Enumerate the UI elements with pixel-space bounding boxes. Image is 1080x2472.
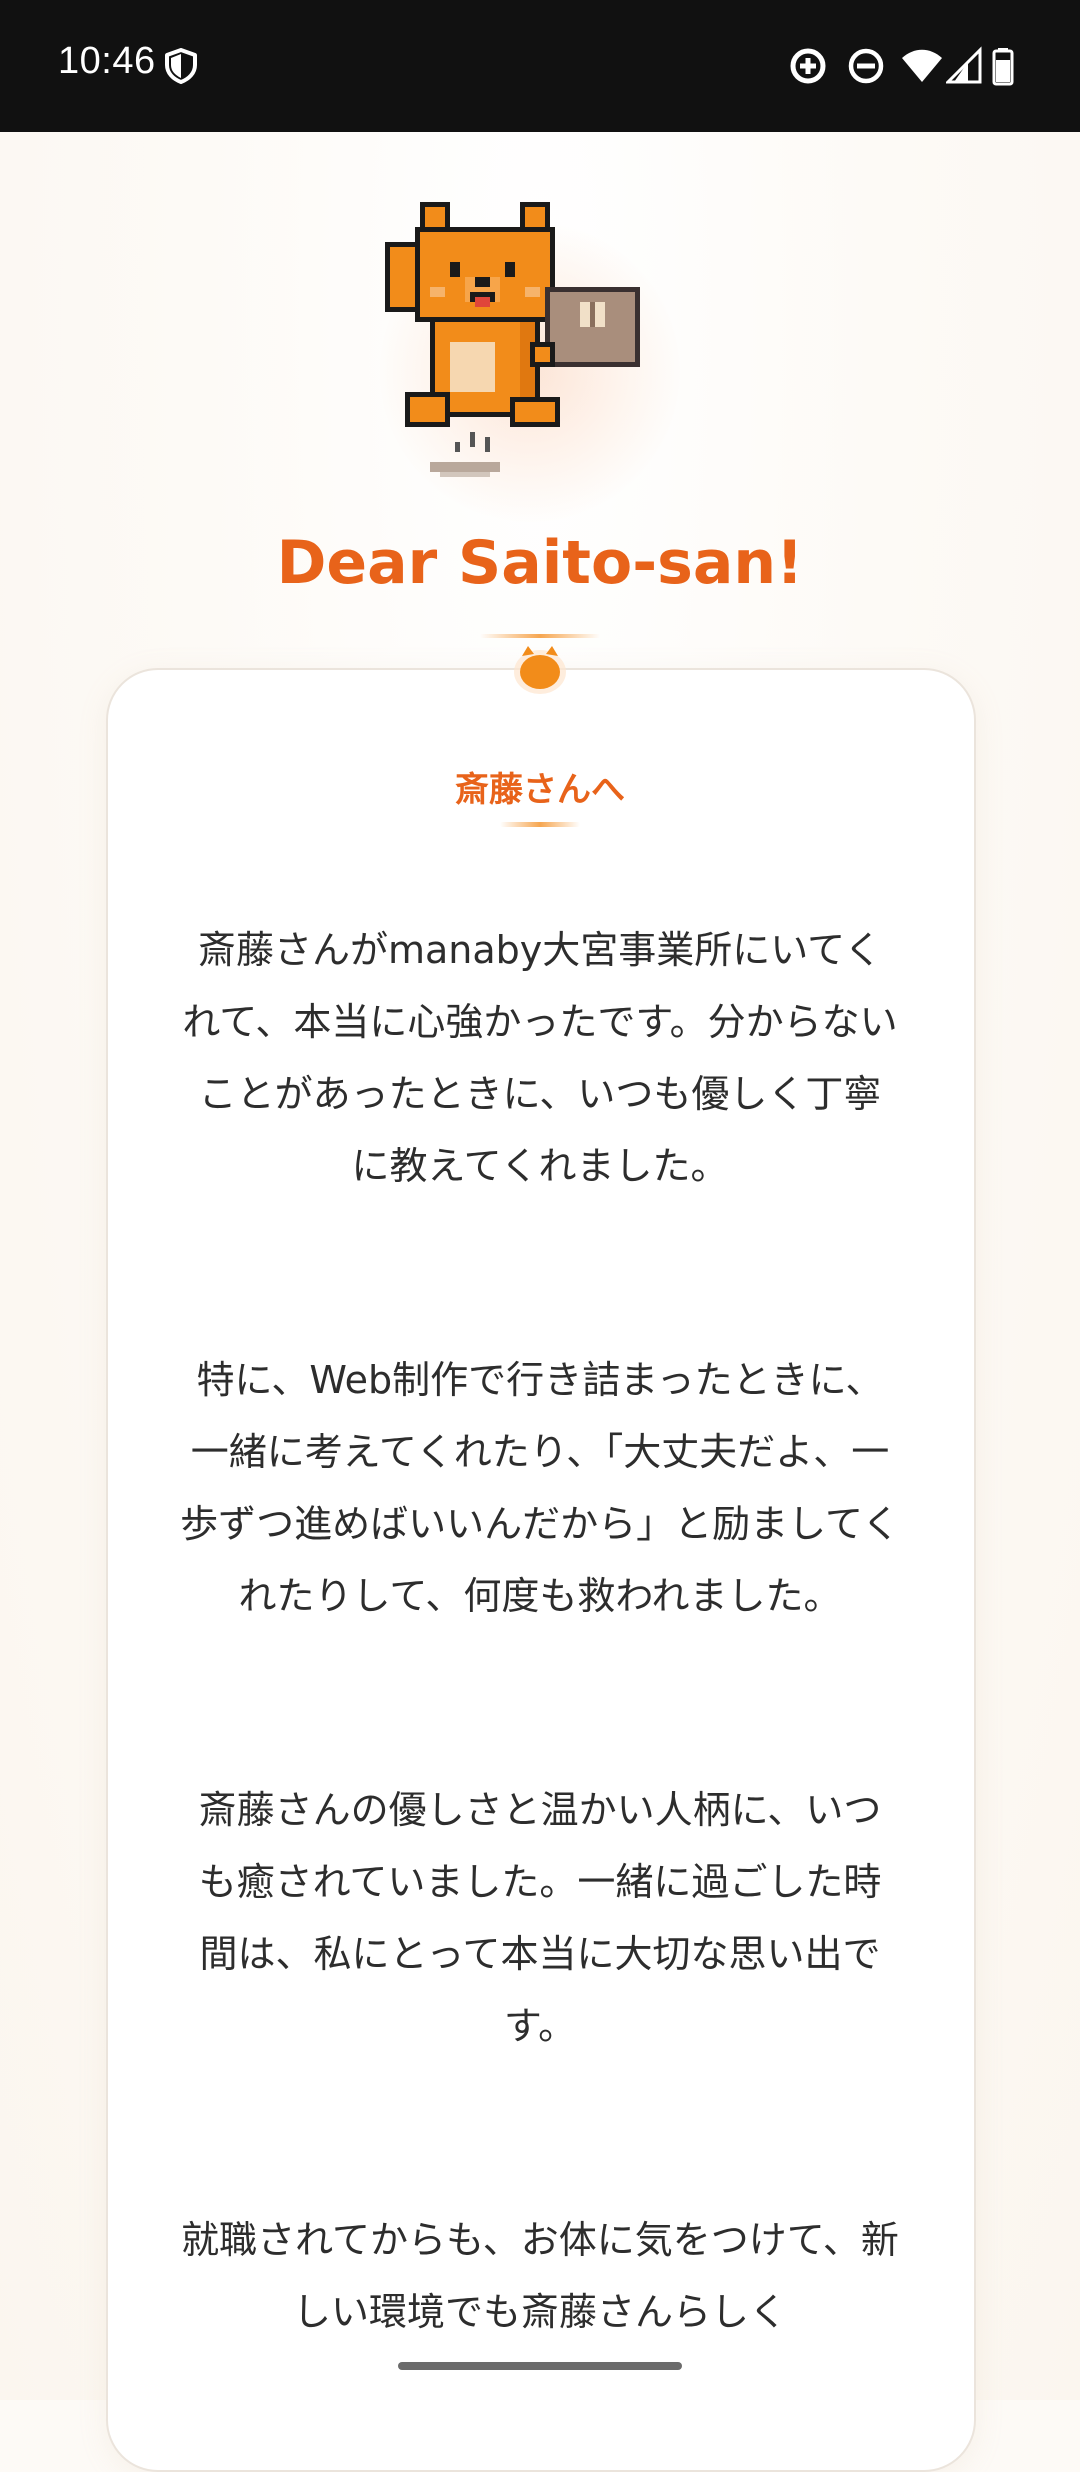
do-not-disturb-icon [846, 44, 886, 88]
letter-paragraph: 特に、Web制作で行き詰まったときに、一緒に考えてくれたり、「大丈夫だよ、一歩ず… [180, 1358, 900, 1618]
home-indicator[interactable] [398, 2362, 682, 2370]
mascot-illustration [380, 192, 680, 512]
battery-icon [992, 44, 1014, 88]
page-heading-text: Dear Saito-san! [276, 528, 804, 598]
title-divider [500, 822, 580, 827]
shield-icon [164, 48, 198, 84]
letter-paragraph: 斎藤さんの優しさと温かい人柄に、いつも癒されていました。一緒に過ごした時間は、私… [198, 1788, 882, 2048]
signal-icon [944, 44, 982, 88]
data-saver-icon [788, 44, 828, 88]
status-time: 10:46 [58, 40, 156, 82]
letter-title: 斎藤さんへ [455, 770, 625, 810]
letter-paragraph: 斎藤さんがmanaby大宮事業所にいてくれて、本当に心強かったです。分からないこ… [182, 928, 898, 1188]
status-bar: 10:46 [0, 0, 1080, 132]
letter-paragraph: 就職されてからも、お体に気をつけて、新しい環境でも斎藤さんらしく [181, 2218, 899, 2334]
dog-face-badge-icon [512, 638, 568, 698]
wifi-icon [900, 44, 944, 88]
